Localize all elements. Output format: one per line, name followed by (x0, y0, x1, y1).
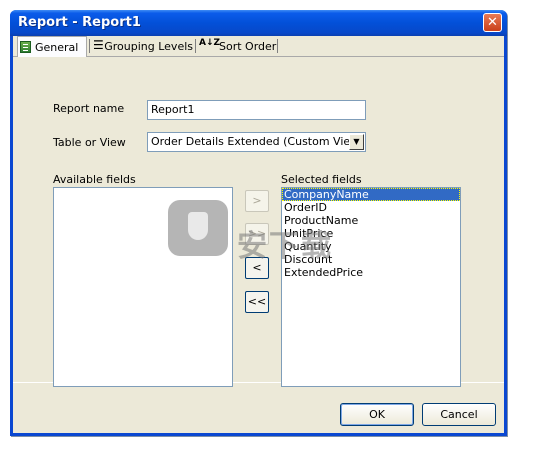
report-dialog: Report - Report1 ✕ General Grouping Leve… (10, 10, 507, 436)
add-field-button[interactable]: > (245, 190, 269, 212)
remove-all-fields-button[interactable]: << (245, 291, 269, 313)
watermark-logo (168, 200, 228, 256)
tab-grouping-levels[interactable]: Grouping Levels (91, 37, 195, 56)
dialog-client: General Grouping Levels A↓Z Sort Order R… (13, 36, 504, 433)
general-panel: Report name Report1 Table or View Order … (13, 57, 504, 387)
report-name-input[interactable]: Report1 (147, 100, 366, 120)
table-or-view-value: Order Details Extended (Custom View) (151, 135, 364, 148)
grouping-icon (93, 38, 104, 53)
tab-separator (195, 39, 196, 53)
list-item[interactable]: ExtendedPrice (282, 266, 460, 279)
chevron-down-icon[interactable]: ▼ (349, 134, 364, 150)
selected-fields-list[interactable]: CompanyName OrderID ProductName UnitPric… (281, 187, 461, 387)
tab-general-label: General (35, 40, 79, 54)
report-name-label: Report name (53, 102, 125, 115)
watermark-text: 安下载 (237, 229, 333, 264)
ok-button[interactable]: OK (340, 403, 414, 426)
table-or-view-select[interactable]: Order Details Extended (Custom View) ▼ (147, 132, 366, 152)
available-fields-label: Available fields (53, 173, 136, 186)
tab-strip: General Grouping Levels A↓Z Sort Order (13, 36, 504, 57)
tab-separator (89, 39, 90, 53)
general-icon (20, 41, 31, 53)
list-item[interactable]: CompanyName (282, 188, 460, 201)
selected-fields-label: Selected fields (281, 173, 362, 186)
close-button[interactable]: ✕ (483, 13, 502, 32)
cancel-button[interactable]: Cancel (422, 403, 496, 426)
table-or-view-label: Table or View (53, 136, 126, 149)
sort-az-icon: A↓Z (199, 38, 221, 48)
tab-sort-order[interactable]: A↓Z Sort Order (197, 37, 277, 56)
tab-sort-label: Sort Order (219, 40, 277, 53)
tab-separator (277, 39, 278, 53)
title-bar[interactable]: Report - Report1 ✕ (10, 10, 507, 36)
window-title: Report - Report1 (18, 15, 141, 30)
list-item[interactable]: OrderID (282, 201, 460, 214)
tab-grouping-label: Grouping Levels (104, 40, 193, 53)
tab-general[interactable]: General (17, 36, 87, 57)
